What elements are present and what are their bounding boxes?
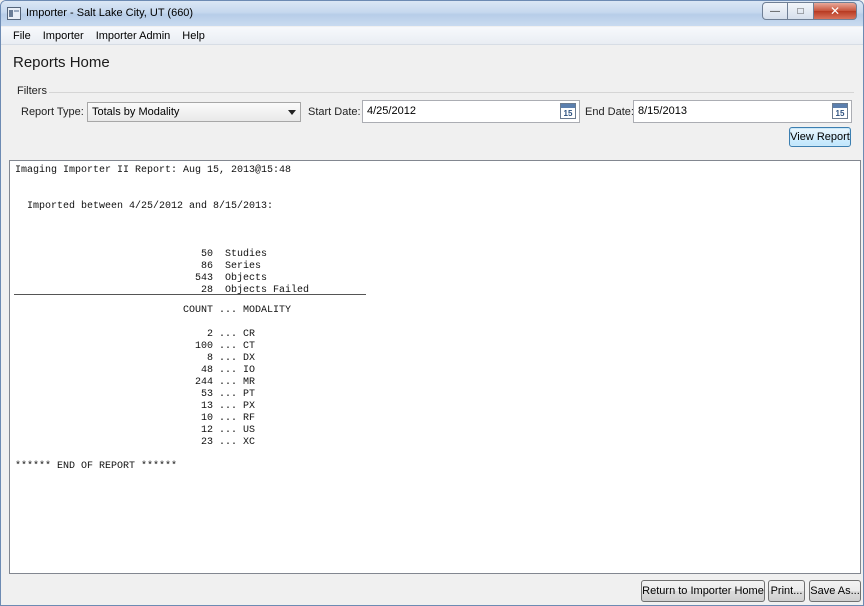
report-type-label: Report Type:: [21, 106, 84, 118]
close-icon: ✕: [829, 4, 841, 18]
calendar-day: 15: [563, 109, 573, 118]
end-date-input[interactable]: 8/15/2013 15: [633, 100, 852, 123]
page-title: Reports Home: [13, 54, 110, 71]
end-date-label: End Date:: [585, 106, 634, 118]
chevron-down-icon: [288, 110, 296, 115]
report-divider: [14, 294, 366, 295]
report-output[interactable]: Imaging Importer II Report: Aug 15, 2013…: [9, 160, 861, 574]
close-button[interactable]: ✕: [814, 2, 857, 20]
calendar-day: 15: [835, 109, 845, 118]
start-date-value: 4/25/2012: [367, 105, 416, 117]
maximize-icon: □: [797, 5, 804, 17]
return-home-button[interactable]: Return to Importer Home: [641, 580, 765, 602]
filters-divider: [49, 92, 854, 93]
menu-help[interactable]: Help: [176, 27, 211, 45]
minimize-button[interactable]: —: [762, 2, 788, 20]
window-controls: — □ ✕: [762, 2, 857, 20]
app-icon: [7, 7, 21, 20]
report-type-select[interactable]: Totals by Modality: [87, 102, 301, 122]
menu-importer[interactable]: Importer: [37, 27, 90, 45]
start-date-input[interactable]: 4/25/2012 15: [362, 100, 580, 123]
minimize-icon: —: [770, 5, 780, 17]
menu-bar: File Importer Importer Admin Help: [1, 27, 863, 45]
report-type-value: Totals by Modality: [92, 106, 180, 118]
start-date-label: Start Date:: [308, 106, 361, 118]
importer-window: Importer - Salt Lake City, UT (660) — □ …: [0, 0, 864, 606]
save-as-button[interactable]: Save As...: [809, 580, 861, 602]
view-report-button[interactable]: View Report: [789, 127, 851, 147]
calendar-icon[interactable]: 15: [560, 103, 576, 119]
maximize-button[interactable]: □: [788, 2, 814, 20]
window-title: Importer - Salt Lake City, UT (660): [26, 7, 194, 19]
calendar-icon[interactable]: 15: [832, 103, 848, 119]
end-date-value: 8/15/2013: [638, 105, 687, 117]
title-bar[interactable]: Importer - Salt Lake City, UT (660) — □ …: [1, 1, 863, 26]
print-button[interactable]: Print...: [768, 580, 805, 602]
report-summary-text: Imaging Importer II Report: Aug 15, 2013…: [15, 165, 310, 296]
report-modality-text: COUNT ... MODALITY 2 ... CR 100 ... CT 8…: [15, 305, 292, 472]
menu-importer-admin[interactable]: Importer Admin: [90, 27, 177, 45]
menu-file[interactable]: File: [7, 27, 37, 45]
filters-group-label: Filters: [17, 85, 47, 97]
